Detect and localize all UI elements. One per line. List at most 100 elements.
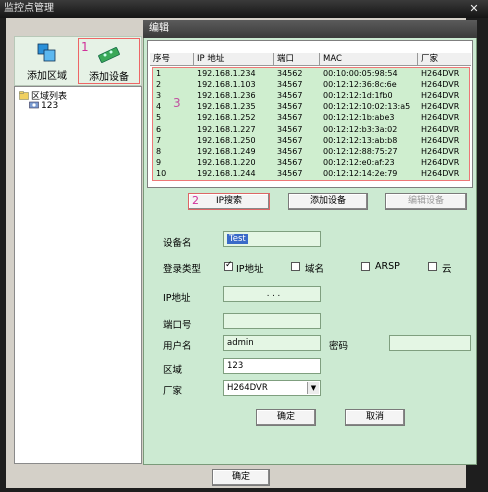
add-device-toolbar-label: 添加设备 xyxy=(89,72,129,83)
table-cell: 34567 xyxy=(277,168,303,178)
marker-1: 1 xyxy=(81,40,89,54)
login-cloud-label: 云 xyxy=(442,264,452,275)
vendor-label: 厂家 xyxy=(163,386,183,397)
table-cell: 192.168.1.249 xyxy=(197,146,256,156)
close-icon[interactable]: ✕ xyxy=(466,1,482,16)
table-cell: 00:12:12:13:ab:b8 xyxy=(323,135,398,145)
table-cell: 34567 xyxy=(277,135,303,145)
login-domain-checkbox[interactable] xyxy=(291,262,300,271)
vendor-select[interactable]: H264DVR ▼ xyxy=(223,380,321,396)
add-device-label: 添加设备 xyxy=(309,196,346,206)
table-row[interactable]: 3 192.168.1.236 34567 00:12:12:1d:1fb0 H264D… xyxy=(153,90,469,101)
frame-left xyxy=(0,18,6,492)
table-cell: 34567 xyxy=(277,157,303,167)
username-input[interactable]: admin xyxy=(223,335,321,351)
ip-input[interactable]: . . . xyxy=(223,286,321,302)
table-cell: 192.168.1.227 xyxy=(197,124,256,134)
frame-bottom xyxy=(0,488,488,492)
add-region-label: 添加区域 xyxy=(27,71,67,82)
region-input[interactable]: 123 xyxy=(223,358,321,374)
folder-icon xyxy=(19,91,29,100)
cancel-label: 取消 xyxy=(365,412,384,422)
table-cell: 1 xyxy=(156,69,162,78)
table-cell: 10 xyxy=(156,168,167,178)
password-input[interactable] xyxy=(389,335,471,351)
login-cloud-checkbox[interactable] xyxy=(428,262,437,271)
table-row[interactable]: 6 192.168.1.227 34567 00:12:12:b3:3a:02 H264… xyxy=(153,124,469,135)
table-cell: 192.168.1.234 xyxy=(197,69,256,78)
marker-2: 2 xyxy=(192,194,199,207)
password-label: 密码 xyxy=(329,341,349,352)
table-cell: 34567 xyxy=(277,124,303,134)
tree-item-123[interactable]: 123 xyxy=(29,100,58,111)
edit-device-button[interactable]: 编辑设备 xyxy=(385,193,467,210)
table-cell: 3 xyxy=(156,91,162,101)
table-cell: 34567 xyxy=(277,146,303,156)
region-tree: 区域列表 123 xyxy=(14,86,142,464)
device-name-value: Test xyxy=(227,234,248,244)
table-cell: 00:12:12:14:2e:79 xyxy=(323,168,398,178)
login-arsp-label: ARSP xyxy=(375,261,400,272)
login-ip-label: IP地址 xyxy=(236,264,264,275)
table-cell: H264DVR xyxy=(421,102,460,112)
table-cell: 00:10:00:05:98:54 xyxy=(323,69,398,78)
table-cell: 6 xyxy=(156,124,162,134)
login-type-label: 登录类型 xyxy=(163,264,202,275)
table-row[interactable]: 2 192.168.1.103 34567 00:12:12:36:8c:6e H264… xyxy=(153,79,469,90)
table-cell: 192.168.1.250 xyxy=(197,135,256,145)
bottom-confirm-button[interactable]: 确定 xyxy=(212,469,270,486)
table-cell: 192.168.1.252 xyxy=(197,113,256,123)
add-device-icon xyxy=(98,47,120,63)
port-input[interactable] xyxy=(223,313,321,329)
table-row[interactable]: 1 192.168.1.234 34562 00:10:00:05:98:54 H264… xyxy=(153,68,469,79)
table-row[interactable]: 10 192.168.1.244 34567 00:12:12:14:2e:79 H26… xyxy=(153,168,469,179)
table-cell: 4 xyxy=(156,102,162,112)
table-row[interactable]: 7 192.168.1.250 34567 00:12:12:13:ab:b8 H264… xyxy=(153,135,469,146)
username-label: 用户名 xyxy=(163,341,192,352)
login-ip-checkbox[interactable] xyxy=(224,260,233,271)
login-arsp-checkbox[interactable] xyxy=(361,262,370,271)
table-cell: 34567 xyxy=(277,91,303,101)
ip-search-button[interactable]: IP搜索 xyxy=(188,193,270,210)
table-cell: 7 xyxy=(156,135,162,145)
tree-item-label: 123 xyxy=(41,101,59,111)
table-cell: H264DVR xyxy=(421,91,460,101)
chevron-down-icon[interactable]: ▼ xyxy=(307,382,319,394)
panel-title: 编辑 xyxy=(143,20,477,38)
table-cell: 8 xyxy=(156,146,162,156)
table-cell: 34567 xyxy=(277,80,303,90)
table-cell: 00:12:12:10:02:13:a5 xyxy=(323,102,411,112)
table-row[interactable]: 4 192.168.1.235 34567 00:12:12:10:02:13:a5 H… xyxy=(153,101,469,112)
confirm-button[interactable]: 确定 xyxy=(256,409,316,426)
table-cell: 00:12:12:1b:abe3 xyxy=(323,113,395,123)
table-cell: 192.168.1.236 xyxy=(197,91,256,101)
confirm-label: 确定 xyxy=(276,412,295,422)
cancel-button[interactable]: 取消 xyxy=(345,409,405,426)
login-domain-label: 域名 xyxy=(305,264,325,275)
port-label: 端口号 xyxy=(163,320,192,331)
col-ip: IP 地址 xyxy=(194,53,274,66)
table-cell: 192.168.1.235 xyxy=(197,102,256,112)
edit-device-label: 编辑设备 xyxy=(407,196,444,206)
add-device-button[interactable]: 添加设备 xyxy=(288,193,368,210)
table-row[interactable]: 5 192.168.1.252 34567 00:12:12:1b:abe3 H264D… xyxy=(153,112,469,123)
table-row[interactable]: 9 192.168.1.220 34567 00:12:12:e0:af:23 H264… xyxy=(153,157,469,168)
add-region-icon xyxy=(37,43,56,62)
ip-search-label: IP搜索 xyxy=(215,196,243,206)
col-vendor: 厂家 xyxy=(421,54,439,64)
vendor-value: H264DVR xyxy=(227,383,268,393)
ip-label: IP地址 xyxy=(163,293,191,304)
table-cell: 192.168.1.103 xyxy=(197,80,256,90)
table-row[interactable]: 8 192.168.1.249 34567 00:12:12:88:75:27 H264… xyxy=(153,146,469,157)
table-cell: 34567 xyxy=(277,113,303,123)
window-title: 监控点管理 xyxy=(4,3,54,14)
table-cell: H264DVR xyxy=(421,157,460,167)
marker-3: 3 xyxy=(173,96,181,110)
table-cell: H264DVR xyxy=(421,135,460,145)
table-cell: 192.168.1.220 xyxy=(197,157,256,167)
device-name-input[interactable]: Test xyxy=(223,231,321,247)
table-cell: 9 xyxy=(156,157,162,167)
table-cell: H264DVR xyxy=(421,113,460,123)
add-region-button[interactable]: 添加区域 xyxy=(16,38,78,84)
table-cell: 34562 xyxy=(277,69,303,78)
